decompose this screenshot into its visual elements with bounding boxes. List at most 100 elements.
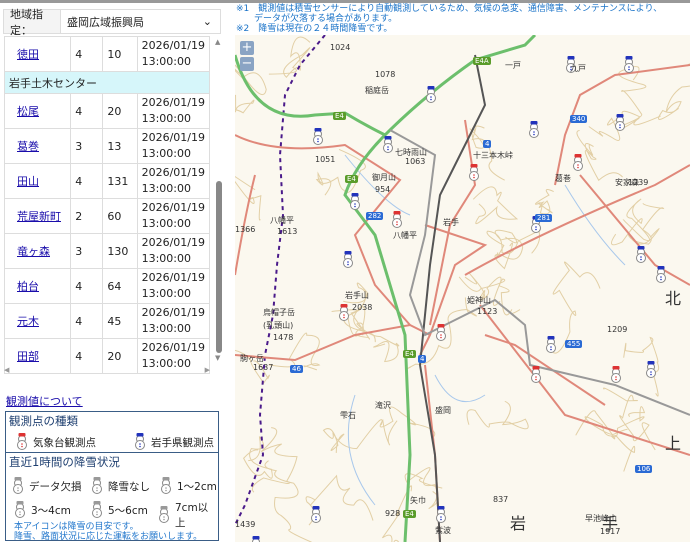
map-label: 岩手 xyxy=(443,217,459,228)
contour-line xyxy=(473,187,517,224)
value-a-cell: 4 xyxy=(71,164,103,199)
snowman-marker-icon[interactable] xyxy=(340,304,349,321)
snowman-marker-icon[interactable] xyxy=(530,121,539,138)
snowman-marker-icon[interactable] xyxy=(312,506,321,523)
road xyxy=(465,165,690,275)
map-label: 御月山 xyxy=(372,172,396,183)
datetime-cell: 2026/01/19 13:00:00 xyxy=(137,94,209,129)
station-link[interactable]: 田部 xyxy=(9,350,39,363)
snowman-marker-icon[interactable] xyxy=(393,211,402,228)
map-label: 954 xyxy=(375,185,390,194)
chevron-down-icon: ⌄ xyxy=(203,15,212,28)
snowman-marker-icon[interactable] xyxy=(616,114,625,131)
snowman-marker-icon[interactable] xyxy=(437,506,446,523)
legend-snow-title: 直近1時間の降雪状況 xyxy=(6,453,218,471)
contour-line xyxy=(244,437,273,479)
scroll-right-icon[interactable]: ▶ xyxy=(205,366,210,374)
legend-box: 観測点の種類 気象台観測点 岩手県観測点 直近1時間の降雪状況 データ欠損 降雪… xyxy=(5,411,219,541)
zoom-in-button[interactable]: + xyxy=(240,41,254,55)
snowman-marker-icon[interactable] xyxy=(351,193,360,210)
snowman-marker-icon[interactable] xyxy=(637,246,646,263)
snow-5-6cm-icon xyxy=(91,500,103,521)
about-observations-link[interactable]: 観測値について xyxy=(6,393,83,409)
datetime-cell: 2026/01/19 13:00:00 xyxy=(137,199,209,234)
region-dropdown[interactable]: 盛岡広域振興局 ⌄ xyxy=(61,14,220,30)
time: 13:00:00 xyxy=(142,286,205,302)
table-row: 松尾 4 20 2026/01/19 13:00:00 xyxy=(5,94,210,129)
prefecture-border xyxy=(235,35,325,525)
scroll-down-icon[interactable]: ▼ xyxy=(215,354,220,362)
station-link[interactable]: 荒屋新町 xyxy=(9,210,61,223)
table-row: 葛巻 3 13 2026/01/19 13:00:00 xyxy=(5,129,210,164)
map-region-label: 手 xyxy=(602,510,618,534)
snowman-marker-icon[interactable] xyxy=(612,366,621,383)
station-link[interactable]: 徳田 xyxy=(9,48,39,61)
snowman-marker-icon[interactable] xyxy=(532,366,541,383)
route-shield: 282 xyxy=(366,212,383,220)
contour-line xyxy=(535,190,553,214)
table-row: 徳田 4 10 2026/01/19 13:00:00 xyxy=(5,37,210,72)
snowman-marker-icon[interactable] xyxy=(657,266,666,283)
snowman-marker-icon[interactable] xyxy=(384,136,393,153)
station-panel: 地域指定： 盛岡広域振興局 ⌄ 徳田 4 10 2026/01/19 13:00:0… xyxy=(0,3,233,542)
time: 13:00:00 xyxy=(142,321,205,337)
scrollbar-thumb[interactable] xyxy=(216,181,222,353)
horizontal-scrollbar[interactable]: ◀ ▶ xyxy=(4,366,210,376)
value-b-cell: 64 xyxy=(103,269,137,304)
value-b-cell: 20 xyxy=(103,94,137,129)
datetime-cell: 2026/01/19 13:00:00 xyxy=(137,304,209,339)
map-canvas[interactable] xyxy=(235,35,690,542)
map-label: 十三本木峠 xyxy=(473,150,513,161)
station-link[interactable]: 松尾 xyxy=(9,105,39,118)
station-cell: 徳田 xyxy=(5,37,71,72)
value-b-cell: 13 xyxy=(103,129,137,164)
map-label: 雫石 xyxy=(340,410,356,421)
contour-line xyxy=(585,417,635,472)
station-link[interactable]: 柏台 xyxy=(9,280,39,293)
snowman-marker-icon[interactable] xyxy=(427,86,436,103)
scroll-left-icon[interactable]: ◀ xyxy=(4,366,9,374)
snow-1-2cm-icon xyxy=(160,476,172,497)
time: 13:00:00 xyxy=(142,54,205,70)
date: 2026/01/19 xyxy=(142,270,205,286)
snowman-marker-icon[interactable] xyxy=(647,361,656,378)
map-label: 九戸 xyxy=(570,63,586,74)
scroll-up-icon[interactable]: ▲ xyxy=(215,38,220,46)
date: 2026/01/19 xyxy=(142,130,205,146)
legend-snow-5-6: 5～6cm xyxy=(108,503,148,518)
zoom-out-button[interactable]: − xyxy=(240,57,254,71)
snowman-marker-icon[interactable] xyxy=(574,154,583,171)
date: 2026/01/19 xyxy=(142,95,205,111)
map-label: 滝沢 xyxy=(375,400,391,411)
route-shield: E4A xyxy=(473,57,491,65)
contour-line xyxy=(487,230,540,257)
map-label: 岩手山 xyxy=(345,290,369,301)
map-label: 烏帽子岳 xyxy=(263,307,295,318)
vertical-scrollbar[interactable]: ▲ ▼ xyxy=(214,36,224,361)
snowman-marker-icon[interactable] xyxy=(344,251,353,268)
snowman-marker-icon[interactable] xyxy=(314,128,323,145)
snowman-marker-icon[interactable] xyxy=(470,164,479,181)
route-shield: E4 xyxy=(333,112,346,120)
station-table-scroll[interactable]: 徳田 4 10 2026/01/19 13:00:00 岩手土木センター 松尾 4 2… xyxy=(4,36,224,376)
snowman-marker-icon[interactable] xyxy=(437,324,446,341)
date: 2026/01/19 xyxy=(142,165,205,181)
map[interactable]: + − 稲庭岳 1078 七時雨山 1063 十三本木峠 御月山 954 八幡平 1613 岩手八… xyxy=(235,35,690,542)
region-label: 地域指定： xyxy=(4,10,61,33)
snowman-marker-icon[interactable] xyxy=(252,536,261,542)
date: 2026/01/19 xyxy=(142,235,205,251)
station-link[interactable]: 葛巻 xyxy=(9,140,39,153)
station-link[interactable]: 竜ヶ森 xyxy=(9,245,50,258)
datetime-cell: 2026/01/19 13:00:00 xyxy=(137,37,209,72)
region-select[interactable]: 地域指定： 盛岡広域振興局 ⌄ xyxy=(3,9,221,34)
snowman-marker-icon[interactable] xyxy=(625,56,634,73)
legend-type-jma: 気象台観測点 xyxy=(33,435,96,450)
station-link[interactable]: 田山 xyxy=(9,175,39,188)
map-label: 紫波 xyxy=(435,525,451,536)
station-table: 徳田 4 10 2026/01/19 13:00:00 岩手土木センター 松尾 4 2… xyxy=(4,36,210,374)
road xyxy=(580,175,690,285)
station-link[interactable]: 元木 xyxy=(9,315,39,328)
table-row: 柏台 4 64 2026/01/19 13:00:00 xyxy=(5,269,210,304)
snowman-marker-icon[interactable] xyxy=(547,336,556,353)
value-b-cell: 45 xyxy=(103,304,137,339)
